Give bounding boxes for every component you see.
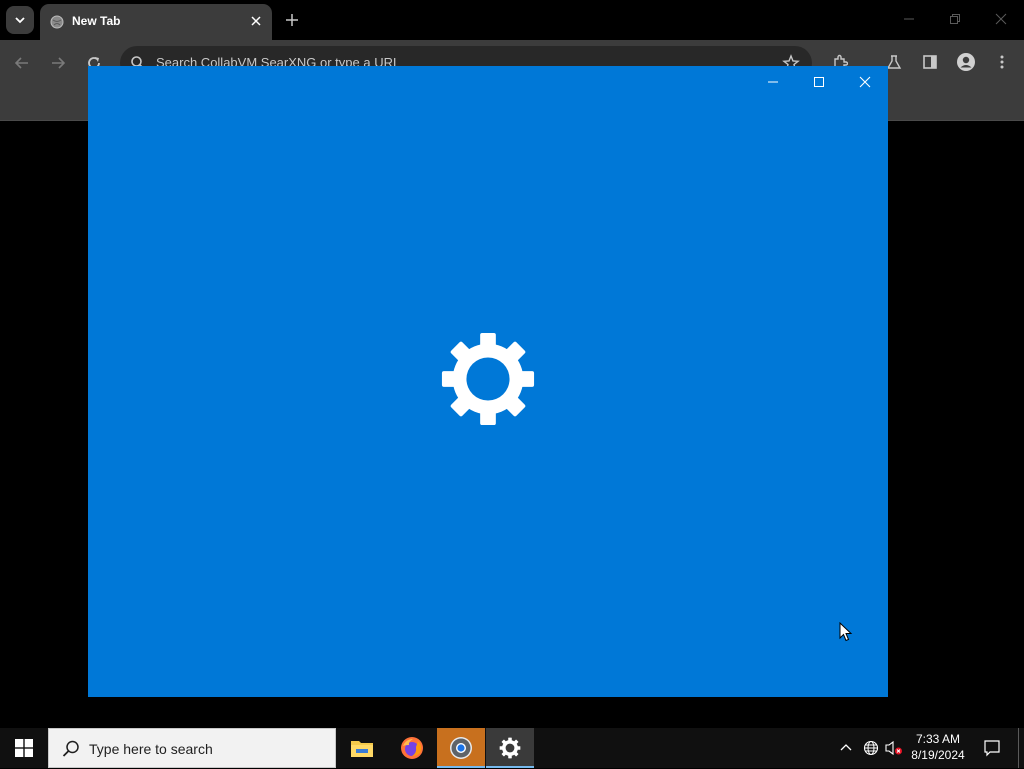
action-center-button[interactable]	[980, 736, 1004, 760]
gear-icon	[441, 332, 535, 426]
windows-logo-icon	[15, 739, 33, 757]
taskbar-firefox[interactable]	[388, 728, 436, 768]
globe-network-icon	[863, 740, 879, 756]
taskbar: Type here to search 7:33 AM 8/19/2024	[0, 728, 1024, 768]
side-panel-button[interactable]	[920, 52, 940, 72]
taskbar-chrome[interactable]	[437, 728, 485, 768]
tab-new-tab[interactable]: New Tab	[40, 4, 272, 40]
taskbar-search-box[interactable]: Type here to search	[48, 728, 336, 768]
profile-button[interactable]	[956, 52, 976, 72]
tab-strip: New Tab	[0, 0, 1024, 40]
tab-title: New Tab	[72, 14, 121, 28]
side-panel-icon	[923, 55, 937, 69]
tab-close-button[interactable]	[248, 13, 264, 29]
forward-arrow-icon	[52, 57, 66, 69]
chevron-down-icon	[15, 17, 25, 24]
network-button[interactable]	[861, 738, 881, 758]
profile-icon	[957, 53, 975, 71]
folder-icon	[351, 741, 373, 757]
show-hidden-icons-button[interactable]	[836, 738, 856, 758]
settings-minimize-button[interactable]	[758, 71, 788, 93]
settings-close-button[interactable]	[850, 71, 880, 93]
show-desktop-button[interactable]	[1018, 728, 1019, 768]
start-button[interactable]	[0, 728, 48, 768]
clock-time: 7:33 AM	[915, 732, 961, 746]
restore-icon	[950, 14, 960, 24]
taskbar-clock[interactable]: 7:33 AM 8/19/2024	[900, 731, 976, 765]
gear-icon	[499, 737, 521, 759]
minimize-icon	[768, 81, 778, 83]
close-icon	[251, 16, 261, 26]
back-arrow-icon	[14, 57, 28, 69]
settings-splash-window	[88, 66, 888, 697]
clock-date: 8/19/2024	[911, 748, 965, 762]
tab-search-button[interactable]	[6, 6, 34, 34]
search-placeholder: Type here to search	[89, 741, 213, 757]
browser-menu-button[interactable]	[992, 52, 1012, 72]
taskbar-settings[interactable]	[486, 728, 534, 768]
plus-icon	[286, 14, 298, 26]
more-vertical-icon	[1000, 55, 1004, 69]
mouse-pointer-icon	[839, 622, 853, 642]
close-icon	[859, 76, 871, 88]
close-icon	[995, 13, 1007, 25]
firefox-icon	[401, 737, 423, 759]
taskbar-file-explorer[interactable]	[338, 728, 386, 768]
forward-button[interactable]	[48, 53, 68, 73]
browser-minimize-button[interactable]	[896, 6, 922, 32]
chevron-up-icon	[840, 744, 852, 751]
notification-icon	[984, 740, 1000, 757]
settings-maximize-button[interactable]	[804, 71, 834, 93]
browser-close-button[interactable]	[988, 6, 1014, 32]
search-icon	[62, 740, 79, 757]
new-tab-button[interactable]	[282, 10, 302, 30]
maximize-icon	[814, 77, 824, 87]
back-button[interactable]	[12, 53, 32, 73]
browser-restore-button[interactable]	[942, 6, 968, 32]
globe-icon	[50, 15, 64, 29]
minimize-icon	[904, 18, 914, 20]
chrome-icon	[450, 737, 472, 759]
flask-icon	[886, 55, 902, 69]
